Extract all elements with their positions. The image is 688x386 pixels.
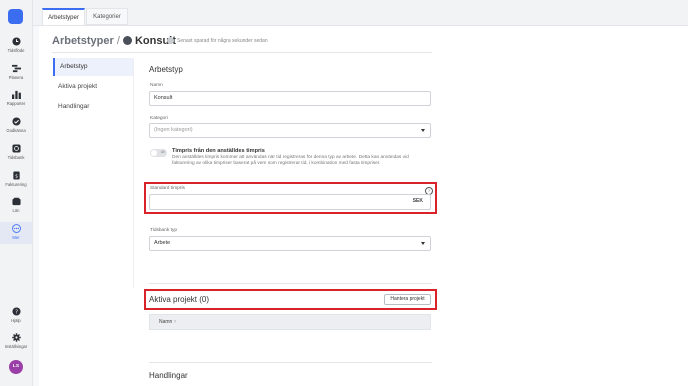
rail-label: Inställningar: [4, 344, 28, 349]
content-gutter: [33, 25, 39, 386]
chevron-down-icon: [421, 242, 425, 245]
rail-item-lon[interactable]: Lön: [0, 197, 32, 213]
name-label: Namn: [150, 83, 163, 88]
rail-item-godkanna[interactable]: Godkänna: [0, 117, 32, 133]
saved-status: Senast sparad för några sekunder sedan: [167, 37, 268, 44]
page-title: Arbetstyper / Konsult: [52, 35, 176, 47]
currency-suffix: SEK: [412, 198, 423, 204]
toggle-description: Den anställdes timpris kommer att använd…: [172, 155, 409, 167]
wallet-icon: [11, 197, 21, 206]
sidenav-divider: [133, 58, 134, 288]
app-logo[interactable]: [8, 9, 23, 24]
timebank-select[interactable]: Arbete: [149, 236, 431, 251]
rail-label: Fakturering: [5, 182, 27, 187]
clock-icon: [11, 37, 21, 46]
rail-label: Mer: [12, 235, 20, 240]
sidenav-aktiva-projekt[interactable]: Aktiva projekt: [53, 78, 133, 96]
rail-item-mer[interactable]: Mer: [0, 222, 32, 244]
documents-divider: [149, 362, 432, 363]
category-placeholder: (Ingen kategori): [154, 127, 193, 133]
toggle-state: AV: [160, 150, 165, 154]
rail-label: Godkänna: [6, 128, 26, 133]
section-title-handlingar: Handlingar: [149, 371, 188, 380]
rail-item-fakturering[interactable]: $ Fakturering: [0, 171, 32, 187]
more-icon: [11, 224, 21, 233]
breadcrumb-link[interactable]: Arbetstyper: [52, 35, 114, 47]
sidenav-handlingar[interactable]: Handlingar: [53, 98, 133, 116]
toggle-knob: [151, 150, 157, 156]
chevron-down-icon: [421, 129, 425, 132]
gear-icon: [11, 333, 21, 342]
sidenav-arbetstyp[interactable]: Arbetstyp: [53, 58, 133, 76]
svg-text:?: ?: [15, 310, 18, 316]
category-select[interactable]: (Ingen kategori): [149, 123, 431, 138]
rail-item-planera[interactable]: Planera: [0, 64, 32, 80]
category-label: Kategori: [150, 116, 168, 121]
tab-kategorier[interactable]: Kategorier: [86, 8, 128, 25]
rail-label: Lön: [12, 208, 20, 213]
timebank-value: Arbete: [154, 240, 171, 246]
projects-table-header: Namn ↑: [149, 314, 431, 330]
tab-bar: [33, 0, 688, 26]
timebank-label: Tidsbank typ: [150, 228, 178, 233]
invoice-icon: $: [12, 171, 20, 180]
standard-rate-label: Standard timpris: [150, 186, 185, 191]
left-rail: Tidsflöde Planera Rapporter Godkänna Tid…: [0, 0, 33, 386]
rail-label: Rapporter: [6, 101, 26, 106]
rail-item-hjalp[interactable]: ? Hjälp: [0, 307, 32, 323]
column-header-name[interactable]: Namn ↑: [159, 319, 176, 325]
tab-arbetstyper[interactable]: Arbetstyper: [42, 8, 85, 25]
bar-chart-icon: [11, 90, 21, 99]
name-field[interactable]: Konsult: [149, 91, 431, 106]
rail-label: Planera: [8, 75, 24, 80]
section-title-aktiva-projekt: Aktiva projekt (0): [149, 295, 210, 304]
hourly-rate-toggle[interactable]: AV: [150, 149, 167, 157]
worktype-icon: [122, 35, 132, 45]
rail-item-installningar[interactable]: Inställningar: [0, 333, 32, 349]
section-title-arbetstyp: Arbetstyp: [149, 65, 183, 74]
rail-item-rapporter[interactable]: Rapporter: [0, 90, 32, 106]
header-divider: [52, 52, 432, 53]
saved-status-text: Senast sparad för några sekunder sedan: [177, 37, 268, 44]
manage-projects-button[interactable]: Hantera projekt: [384, 294, 431, 305]
rail-label: Tidsflöde: [7, 48, 25, 53]
svg-text:$: $: [15, 173, 18, 179]
rail-item-tidsflode[interactable]: Tidsflöde: [0, 37, 32, 53]
rail-label: Hjälp: [11, 318, 21, 323]
timebank-icon: [11, 144, 21, 153]
standard-rate-field[interactable]: SEK: [149, 194, 431, 210]
plan-icon: [11, 64, 21, 73]
check-circle-icon: [11, 117, 21, 126]
check-icon: [167, 37, 174, 44]
rail-label: Tidsbank: [7, 155, 25, 160]
rail-item-tidsbank[interactable]: Tidsbank: [0, 144, 32, 160]
breadcrumb-separator: /: [116, 35, 120, 47]
avatar[interactable]: LS: [9, 360, 23, 374]
projects-divider: [149, 283, 432, 284]
help-icon: ?: [11, 307, 21, 316]
toggle-title: Timpris från den anställdes timpris: [172, 148, 265, 154]
